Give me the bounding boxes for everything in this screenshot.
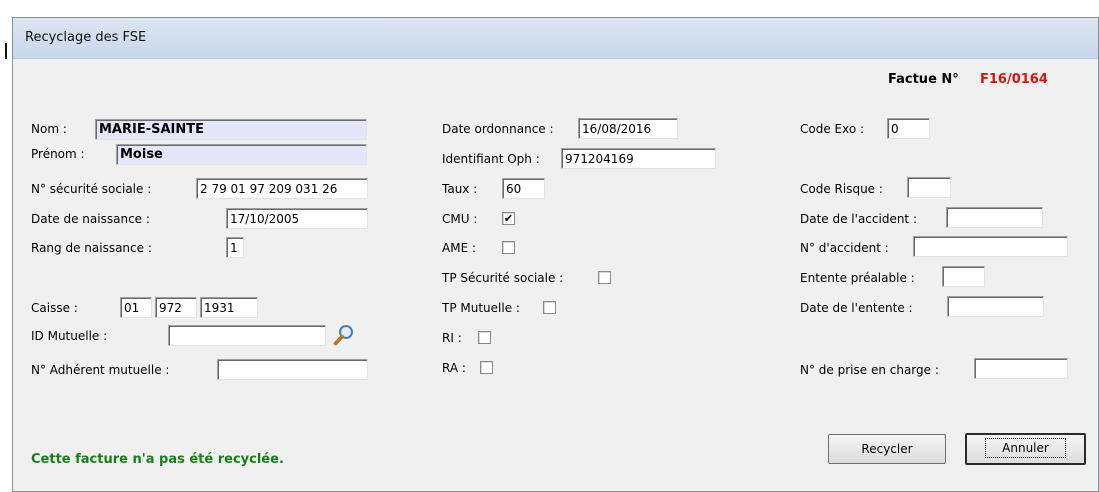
date-accident-field[interactable] [946, 207, 1043, 228]
ri-checkbox[interactable] [478, 331, 491, 344]
caisse-field-1[interactable]: 01 [120, 297, 152, 318]
tp-mutuelle-checkbox[interactable] [543, 301, 556, 314]
nom-label: Nom : [31, 122, 67, 136]
caisse-label: Caisse : [31, 301, 78, 315]
facture-number: F16/0164 [980, 72, 1048, 87]
secu-label: N° sécurité sociale : [31, 182, 152, 196]
num-accident-label: N° d'accident : [800, 241, 889, 255]
date-ordonnance-label: Date ordonnance : [442, 122, 554, 136]
rang-label: Rang de naissance : [31, 241, 152, 255]
cmu-label: CMU : [442, 212, 478, 226]
num-accident-field[interactable] [913, 236, 1068, 257]
annuler-button[interactable]: Annuler [965, 433, 1086, 465]
prise-en-charge-field[interactable] [974, 358, 1068, 379]
cmu-checkbox[interactable]: ✔ [502, 212, 515, 225]
caisse-field-3[interactable]: 1931 [200, 297, 258, 318]
prenom-label: Prénom : [31, 147, 85, 161]
code-risque-field[interactable] [907, 177, 951, 198]
window-title: Recyclage des FSE [25, 30, 147, 45]
date-entente-field[interactable] [947, 296, 1044, 317]
prenom-field[interactable]: Moise [116, 144, 367, 165]
taux-label: Taux : [442, 182, 478, 196]
identifiant-oph-field[interactable]: 971204169 [561, 148, 716, 169]
facture-label: Factue N° [888, 72, 959, 87]
entente-field[interactable] [942, 266, 985, 287]
magnifier-icon[interactable] [333, 324, 355, 346]
adherent-field[interactable] [217, 359, 368, 380]
tp-mutuelle-label: TP Mutuelle : [442, 301, 520, 315]
ame-checkbox[interactable] [502, 241, 515, 254]
caisse-field-2[interactable]: 972 [155, 297, 197, 318]
date-entente-label: Date de l'entente : [800, 301, 913, 315]
adherent-label: N° Adhérent mutuelle : [31, 363, 170, 377]
recycler-button[interactable]: Recycler [828, 434, 946, 464]
naissance-label: Date de naissance : [31, 212, 150, 226]
tp-secu-label: TP Sécurité sociale : [442, 271, 564, 285]
entente-label: Entente préalable : [800, 271, 915, 285]
date-ordonnance-field[interactable]: 16/08/2016 [578, 118, 678, 139]
mutuelle-label: ID Mutuelle : [31, 329, 108, 343]
identifiant-oph-label: Identifiant Oph : [442, 152, 540, 166]
recycler-button-label: Recycler [861, 442, 913, 456]
taux-field[interactable]: 60 [502, 178, 545, 199]
ame-label: AME : [442, 241, 477, 255]
code-risque-label: Code Risque : [800, 182, 883, 196]
naissance-field[interactable]: 17/10/2005 [226, 208, 368, 229]
rang-field[interactable]: 1 [226, 237, 244, 258]
code-exo-label: Code Exo : [800, 122, 865, 136]
title-bar[interactable]: Recyclage des FSE [13, 18, 1098, 59]
date-accident-label: Date de l'accident : [800, 212, 917, 226]
mutuelle-field[interactable] [168, 325, 326, 346]
code-exo-field[interactable]: 0 [887, 118, 930, 139]
ri-label: RI : [442, 331, 462, 345]
ra-checkbox[interactable] [480, 361, 493, 374]
left-edge-marker [5, 43, 7, 59]
ra-label: RA : [442, 361, 466, 375]
nom-field[interactable]: MARIE-SAINTE [95, 119, 367, 140]
annuler-button-label: Annuler [985, 438, 1066, 458]
tp-secu-checkbox[interactable] [598, 271, 611, 284]
status-message: Cette facture n'a pas été recyclée. [31, 452, 284, 467]
prise-en-charge-label: N° de prise en charge : [800, 363, 939, 377]
secu-field[interactable]: 2 79 01 97 209 031 26 [196, 178, 368, 199]
